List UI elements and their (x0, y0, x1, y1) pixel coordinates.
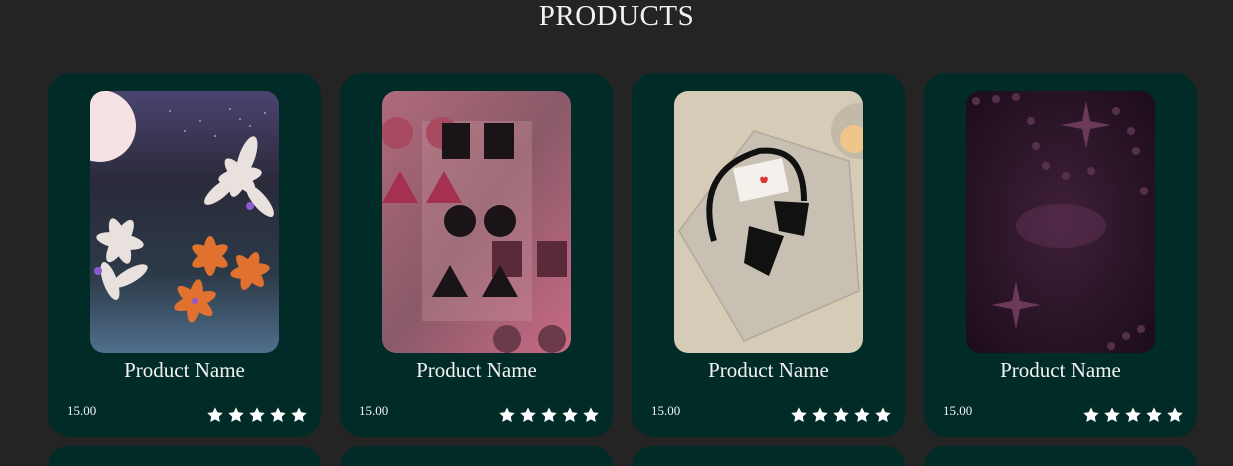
product-image-headphones[interactable] (674, 91, 863, 353)
star-icon (832, 406, 850, 424)
star-icon (1166, 406, 1184, 424)
product-price: 15.00 (359, 403, 389, 418)
product-card-partial[interactable] (48, 446, 321, 466)
product-name[interactable]: Product Name (340, 357, 613, 383)
star-icon (290, 406, 308, 424)
star-icon (790, 406, 808, 424)
page-title: PRODUCTS (538, 0, 695, 32)
star-icon (248, 406, 266, 424)
star-icon (582, 406, 600, 424)
star-icon (269, 406, 287, 424)
star-icon (1103, 406, 1121, 424)
product-card[interactable]: Product Name 15.00 (924, 73, 1197, 437)
star-icon (853, 406, 871, 424)
star-icon (519, 406, 537, 424)
product-image-geometric[interactable] (382, 91, 571, 353)
product-card-partial[interactable] (924, 446, 1197, 466)
star-icon (1124, 406, 1142, 424)
product-name[interactable]: Product Name (632, 357, 905, 383)
product-card-partial[interactable] (340, 446, 613, 466)
star-icon (561, 406, 579, 424)
product-grid: Product Name 15.00 Product Name 15.00 Pr… (48, 73, 1197, 437)
product-price: 15.00 (67, 403, 97, 418)
star-icon (206, 406, 224, 424)
product-name[interactable]: Product Name (924, 357, 1197, 383)
product-image-stars[interactable] (966, 91, 1155, 353)
product-card[interactable]: Product Name 15.00 (340, 73, 613, 437)
product-card[interactable]: Product Name 15.00 (48, 73, 321, 437)
next-row-cards (48, 446, 1197, 466)
product-card-partial[interactable] (632, 446, 905, 466)
rating-stars (1082, 406, 1184, 424)
product-price: 15.00 (651, 403, 681, 418)
rating-stars (206, 406, 308, 424)
star-icon (811, 406, 829, 424)
star-icon (540, 406, 558, 424)
rating-stars (498, 406, 600, 424)
star-icon (1145, 406, 1163, 424)
star-icon (1082, 406, 1100, 424)
star-icon (227, 406, 245, 424)
product-price: 15.00 (943, 403, 973, 418)
product-card[interactable]: Product Name 15.00 (632, 73, 905, 437)
rating-stars (790, 406, 892, 424)
product-name[interactable]: Product Name (48, 357, 321, 383)
star-icon (874, 406, 892, 424)
star-icon (498, 406, 516, 424)
product-image-lilies[interactable] (90, 91, 279, 353)
